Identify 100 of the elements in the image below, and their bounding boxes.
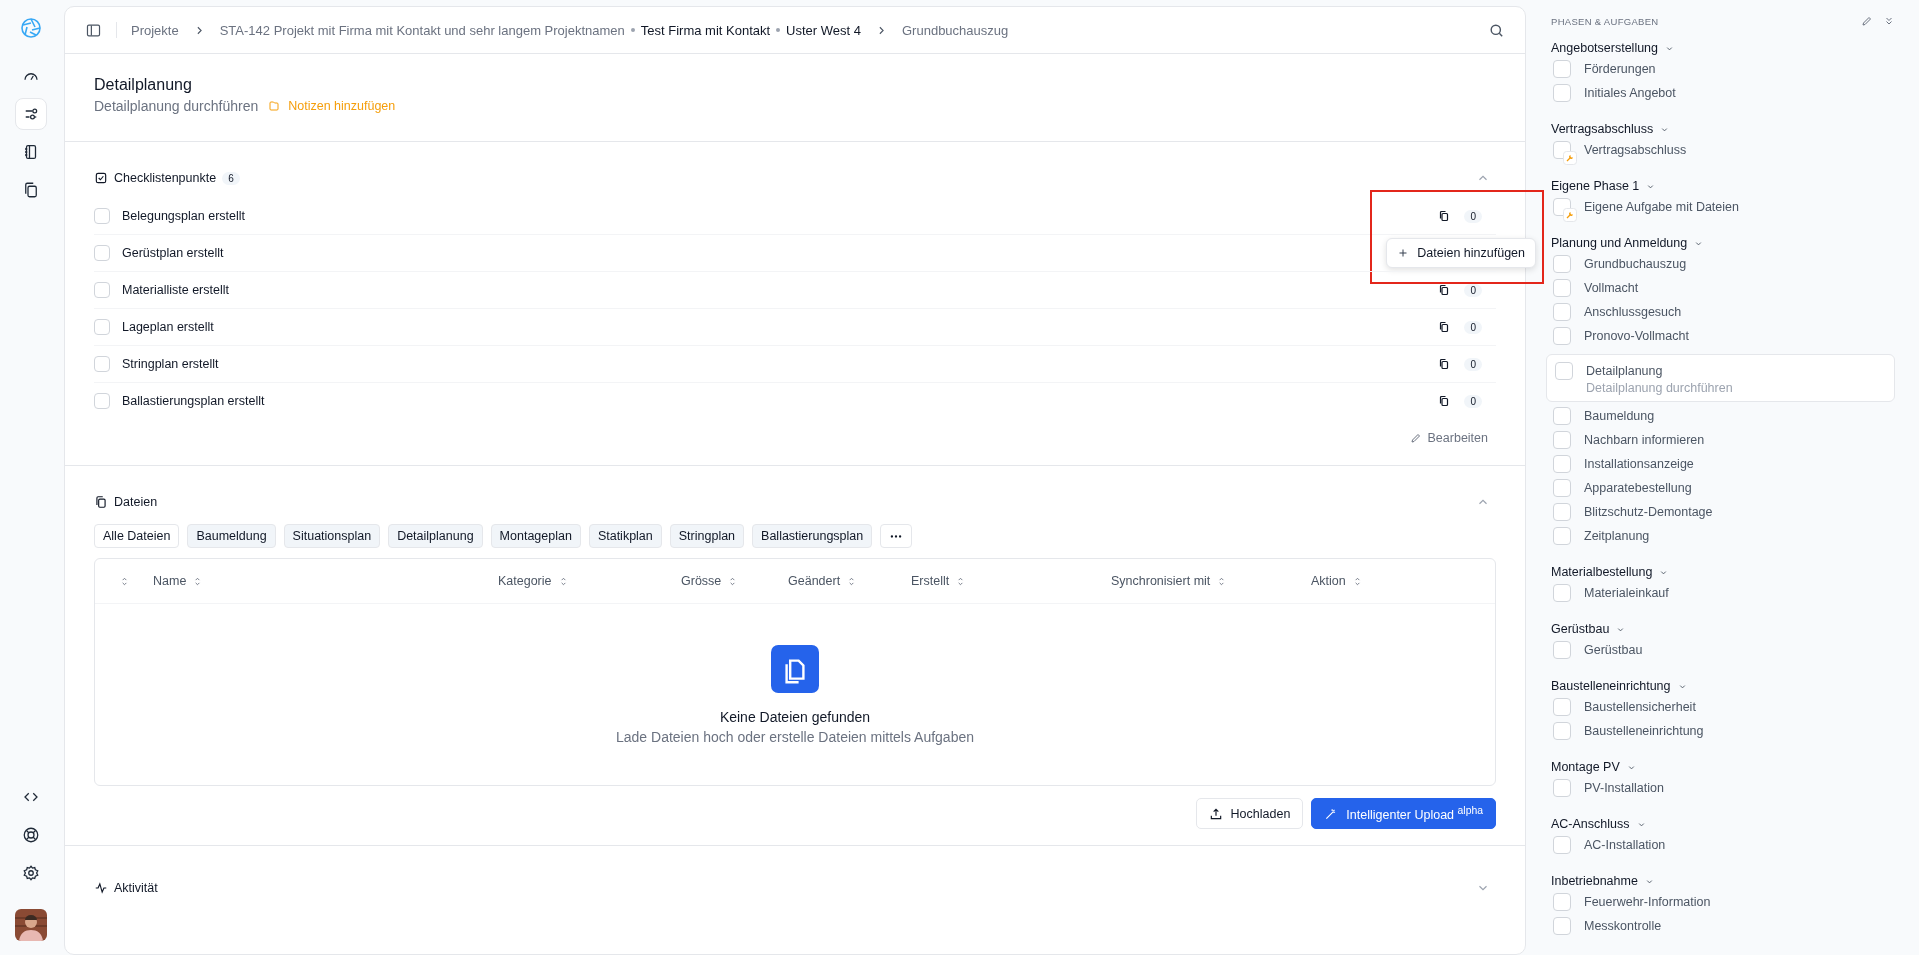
task-item[interactable]: Baustellensicherheit: [1584, 700, 1696, 714]
task-item[interactable]: Feuerwehr-Information: [1584, 895, 1711, 909]
checkbox[interactable]: [1553, 893, 1571, 911]
filter-chip[interactable]: Stringplan: [669, 524, 745, 548]
phase-title[interactable]: Eigene Phase 1: [1551, 179, 1640, 193]
task-item[interactable]: Zeitplanung: [1584, 529, 1650, 543]
phase-title[interactable]: Montage PV: [1551, 760, 1620, 774]
task-item[interactable]: Baustelleneinrichtung: [1584, 724, 1704, 738]
task-item[interactable]: Förderungen: [1584, 62, 1656, 76]
phase-title[interactable]: Angebotserstellung: [1551, 41, 1659, 55]
task-item[interactable]: Initiales Angebot: [1584, 86, 1676, 100]
checkbox[interactable]: [1553, 779, 1571, 797]
task-item[interactable]: Pronovo-Vollmacht: [1584, 329, 1689, 343]
checkbox[interactable]: [1553, 60, 1571, 78]
filter-chip[interactable]: Situationsplan: [283, 524, 381, 548]
checkbox-with-wrench-badge[interactable]: [1553, 141, 1577, 165]
breadcrumb-link[interactable]: Test Firma mit Kontakt: [640, 22, 771, 38]
copy-icon[interactable]: [1438, 358, 1451, 370]
checkbox[interactable]: [1553, 303, 1571, 321]
checkbox[interactable]: [94, 319, 110, 335]
checkbox[interactable]: [1553, 698, 1571, 716]
phase-title[interactable]: Materialbestellung: [1551, 565, 1653, 579]
column-header[interactable]: Synchronisiert mit: [1111, 574, 1211, 588]
selected-task-card[interactable]: Detailplanung Detailplanung durchführen: [1546, 354, 1895, 402]
copy-icon[interactable]: [1438, 284, 1451, 296]
more-icon: [889, 533, 904, 539]
checkbox[interactable]: [1555, 362, 1573, 380]
phase-title[interactable]: AC-Anschluss: [1551, 817, 1630, 831]
column-header[interactable]: Name: [153, 574, 187, 588]
phase-title[interactable]: Vertragsabschluss: [1551, 122, 1654, 136]
task-item[interactable]: Nachbarn informieren: [1584, 433, 1705, 447]
smart-upload-button[interactable]: Intelligenter Upload $^{alpha}$: [1311, 798, 1496, 829]
checkbox[interactable]: [1553, 584, 1571, 602]
task-item[interactable]: Messkontrolle: [1584, 919, 1662, 933]
task-item[interactable]: Eigene Aufgabe mit Dateien: [1584, 200, 1739, 214]
task-item[interactable]: Vollmacht: [1584, 281, 1639, 295]
pencil-icon[interactable]: [1861, 15, 1873, 27]
checkbox[interactable]: [1553, 527, 1571, 545]
task-title: Detailplanung: [94, 76, 193, 94]
copy-icon[interactable]: [1438, 395, 1451, 407]
checkbox[interactable]: [1553, 279, 1571, 297]
checkbox-with-wrench-badge[interactable]: [1553, 198, 1577, 222]
task-item[interactable]: Apparatebestellung: [1584, 481, 1692, 495]
checkbox[interactable]: [94, 356, 110, 372]
task-item[interactable]: PV-Installation: [1584, 781, 1664, 795]
checkbox[interactable]: [1553, 431, 1571, 449]
phase-title[interactable]: Baustelleneinrichtung: [1551, 679, 1671, 693]
column-header[interactable]: Grösse: [681, 574, 722, 588]
checkbox[interactable]: [94, 282, 110, 298]
task-item[interactable]: Blitzschutz-Demontage: [1584, 505, 1713, 519]
breadcrumb-link[interactable]: Uster West 4: [786, 22, 861, 38]
breadcrumb-link[interactable]: Grundbuchauszug: [902, 22, 1009, 38]
column-header[interactable]: Erstellt: [911, 574, 950, 588]
upload-button[interactable]: Hochladen: [1195, 798, 1304, 829]
task-item[interactable]: Grundbuchauszug: [1584, 257, 1687, 271]
edit-link[interactable]: Bearbeiten: [1409, 431, 1488, 445]
checkbox[interactable]: [1553, 503, 1571, 521]
copy-icon[interactable]: [1438, 321, 1451, 333]
copy-icon[interactable]: [1438, 210, 1451, 222]
breadcrumb-link[interactable]: STA-142 Projekt mit Firma mit Kontakt und sehr langem Projektnamen: [219, 22, 625, 38]
sliders-button[interactable]: [15, 98, 47, 130]
checkbox[interactable]: [1553, 641, 1571, 659]
task-item[interactable]: AC-Installation: [1584, 838, 1666, 852]
task-item[interactable]: Materialeinkauf: [1584, 586, 1669, 600]
filter-chip[interactable]: Detailplanung: [388, 524, 483, 548]
breadcrumb-link[interactable]: Projekte: [131, 22, 179, 38]
more-button[interactable]: [880, 524, 913, 548]
filter-chip[interactable]: Alle Dateien: [94, 524, 180, 548]
checkbox[interactable]: [1553, 255, 1571, 273]
checkbox[interactable]: [94, 208, 110, 224]
filter-chip[interactable]: Baumeldung: [187, 524, 276, 548]
task-item[interactable]: Installationsanzeige: [1584, 457, 1694, 471]
checkbox[interactable]: [1553, 722, 1571, 740]
checkbox[interactable]: [1553, 84, 1571, 102]
checkbox[interactable]: [1553, 836, 1571, 854]
filter-chip[interactable]: Ballastierungsplan: [752, 524, 873, 548]
checkbox[interactable]: [1553, 455, 1571, 473]
column-header[interactable]: Kategorie: [498, 574, 552, 588]
checkbox[interactable]: [1553, 327, 1571, 345]
checkbox[interactable]: [94, 245, 110, 261]
filter-chip[interactable]: Statikplan: [588, 524, 662, 548]
checklist-item: Stringplan erstellt: [122, 357, 219, 371]
task-item[interactable]: Anschlussgesuch: [1584, 305, 1682, 319]
checkbox[interactable]: [1553, 407, 1571, 425]
checkbox[interactable]: [1553, 479, 1571, 497]
column-header[interactable]: Aktion: [1311, 574, 1346, 588]
phase-title[interactable]: Gerüstbau: [1551, 622, 1610, 636]
add-files-menu[interactable]: Dateien hinzufügen: [1386, 238, 1536, 268]
collapse-all-icon[interactable]: [1883, 15, 1895, 27]
checkbox[interactable]: [1553, 917, 1571, 935]
phase-title[interactable]: Inbetriebnahme: [1551, 874, 1638, 888]
task-item[interactable]: Vertragsabschluss: [1584, 143, 1687, 157]
section-title: Dateien: [114, 495, 158, 509]
checkbox[interactable]: [94, 393, 110, 409]
phase-title[interactable]: Planung und Anmeldung: [1551, 236, 1688, 250]
task-item[interactable]: Gerüstbau: [1584, 643, 1643, 657]
column-header[interactable]: Geändert: [788, 574, 841, 588]
filter-chip[interactable]: Montageplan: [490, 524, 581, 548]
task-item[interactable]: Baumeldung: [1584, 409, 1655, 423]
checklist-item: Lageplan erstellt: [122, 320, 214, 334]
